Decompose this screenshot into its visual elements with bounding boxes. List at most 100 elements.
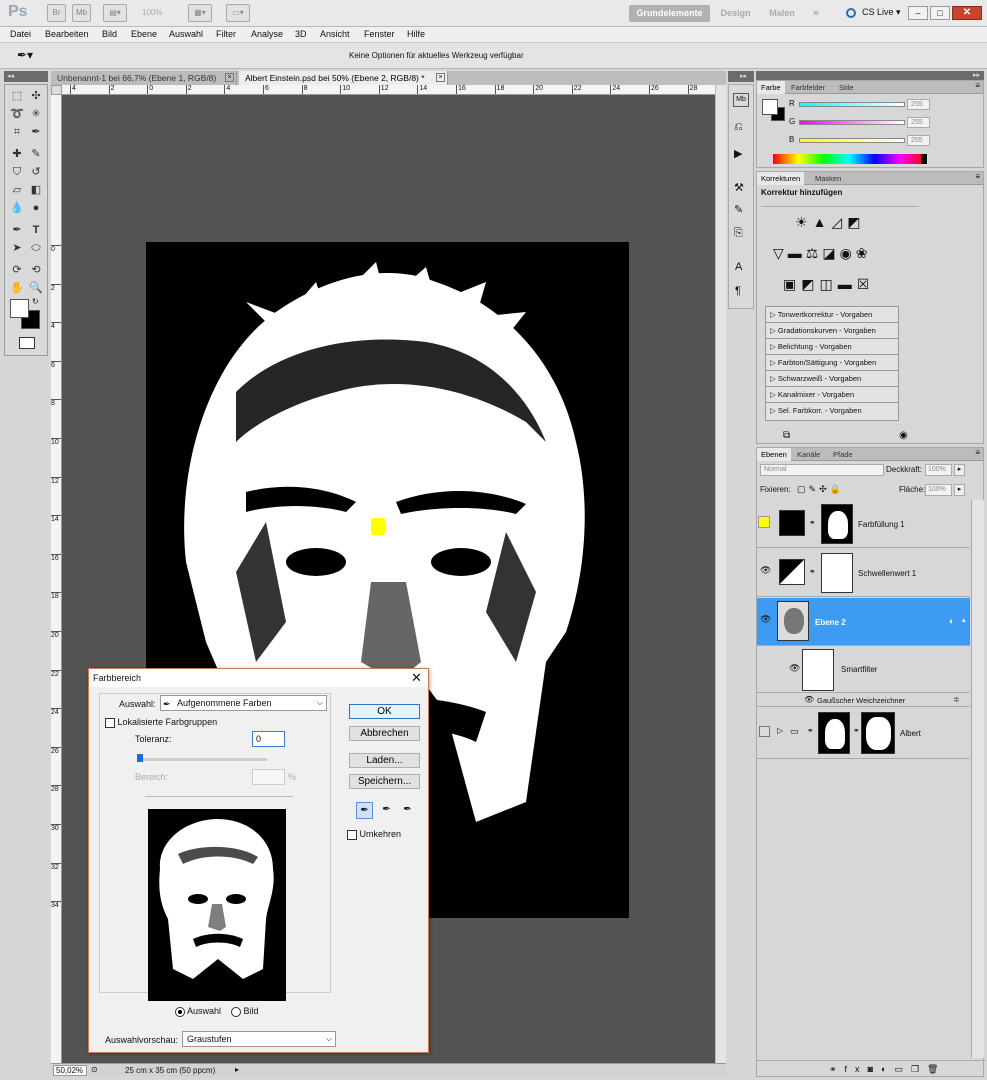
hue-sat-icon[interactable]: ▬ [788, 245, 806, 261]
tab-korrekturen[interactable]: Korrekturen [757, 172, 805, 185]
brush-presets-icon[interactable]: ✎ [734, 203, 743, 216]
menu-fenster[interactable]: Fenster [364, 29, 395, 39]
visibility-off-box[interactable] [759, 726, 770, 737]
tolerance-track[interactable] [137, 758, 267, 761]
visibility-toggle-icon[interactable]: ◉ [899, 430, 908, 441]
photo-filter-icon[interactable]: ◉ [840, 245, 856, 261]
layer-name[interactable]: Albert [900, 729, 921, 738]
menu-ebene[interactable]: Ebene [131, 29, 157, 39]
selective-color-icon[interactable]: ☒ [857, 276, 875, 292]
group-expand-icon[interactable]: ▷ [777, 726, 783, 735]
fill-arrow-icon[interactable]: ▸ [954, 484, 965, 496]
tab-ebenen[interactable]: Ebenen [757, 448, 791, 461]
threshold-icon[interactable]: ◫ [819, 276, 837, 292]
workspace-grundelemente[interactable]: Grundelemente [629, 5, 710, 22]
g-slider[interactable] [799, 120, 905, 125]
type-tool-icon[interactable]: T [27, 222, 45, 238]
preset-item[interactable]: ▷ Belichtung - Vorgaben [766, 339, 899, 355]
brush-tool-icon[interactable]: ✎ [27, 146, 45, 162]
layer-name[interactable]: Schwellenwert 1 [858, 569, 916, 578]
link-icon[interactable]: ⚭ [809, 567, 816, 576]
b-slider[interactable] [799, 138, 905, 143]
select-dropdown[interactable]: Aufgenommene Farben ⌵ [160, 695, 327, 711]
layer-name[interactable]: Smartfilter [841, 665, 877, 674]
clone-source-icon[interactable]: ⎘ [734, 227, 743, 240]
delete-icon[interactable]: 🗑 [927, 1064, 946, 1074]
zoom-level[interactable]: 100% [142, 8, 162, 17]
history-icon[interactable]: ⎌ [734, 121, 743, 134]
eyedropper-icon[interactable]: ✒ [356, 802, 373, 819]
hand-tool-icon[interactable]: ✋ [8, 280, 26, 296]
menu-filter[interactable]: Filter [216, 29, 236, 39]
tab-close-icon[interactable]: × [225, 73, 234, 82]
path-select-icon[interactable]: ➤ [8, 240, 26, 256]
maximize-button[interactable]: □ [930, 6, 950, 20]
bw-icon[interactable]: ◪ [822, 245, 839, 261]
radio-selection[interactable]: Auswahl [175, 1006, 221, 1017]
bridge-button[interactable]: Br [47, 4, 66, 22]
paragraph-icon[interactable]: ¶ [735, 285, 741, 297]
color-spectrum[interactable] [773, 154, 925, 164]
vertical-scrollbar[interactable] [715, 85, 726, 1063]
eye-icon[interactable]: 👁 [760, 614, 771, 625]
dialog-close-icon[interactable]: ✕ [411, 670, 422, 686]
albert-vector-mask-thumbnail[interactable] [861, 712, 895, 754]
workspace-malen[interactable]: Malen [760, 5, 804, 22]
arrange-dropdown[interactable]: ▦▾ [188, 4, 212, 22]
eyedropper-tool-preset-icon[interactable]: ✒▾ [17, 48, 33, 62]
dodge-tool-icon[interactable]: ● [27, 200, 45, 216]
blend-mode-select[interactable]: Normal [760, 464, 884, 476]
mask-icon[interactable]: ◙ [868, 1064, 881, 1074]
adjustment-icon[interactable]: ◐ [881, 1064, 894, 1074]
expand-arrow-icon[interactable]: ▴ [962, 616, 966, 624]
marquee-tool-icon[interactable]: ⬚ [8, 88, 26, 104]
channel-mixer-icon[interactable]: ❀ [856, 245, 872, 261]
curves-icon[interactable]: ◿ [831, 214, 847, 230]
link-icon[interactable]: ⚭ [807, 726, 814, 735]
layers-scrollbar[interactable] [971, 500, 984, 1058]
zoom-tool-icon[interactable]: 🔍 [27, 280, 45, 296]
tool-presets-icon[interactable]: ⚒ [734, 181, 744, 194]
eye-icon[interactable]: 👁 [760, 565, 771, 576]
lock-pixels-icon[interactable]: ✎ [809, 484, 820, 494]
tab-close-icon[interactable]: × [436, 73, 445, 82]
preset-item[interactable]: ▷ Schwarzweiß - Vorgaben [766, 371, 899, 387]
eraser-tool-icon[interactable]: ▱ [8, 182, 26, 198]
layer-row-albert[interactable]: ▷ ▭ ⚭ ⚭ Albert [757, 708, 970, 759]
workspace-design[interactable]: Design [714, 5, 757, 22]
menu-bild[interactable]: Bild [102, 29, 117, 39]
extras-dropdown[interactable]: ▤▾ [103, 4, 127, 22]
r-value[interactable]: 255 [907, 99, 930, 110]
menu-datei[interactable]: Datei [10, 29, 31, 39]
3d-rotate-icon[interactable]: ⟳ [8, 262, 26, 278]
ok-button[interactable]: OK [349, 704, 420, 719]
character-icon[interactable]: A [735, 261, 742, 273]
new-layer-icon[interactable]: ❐ [911, 1064, 927, 1074]
zoom-field[interactable]: 50,02% [53, 1065, 87, 1076]
swap-colors-icon[interactable]: ↻ [32, 297, 39, 306]
menu-hilfe[interactable]: Hilfe [407, 29, 425, 39]
move-tool-icon[interactable]: ✣ [27, 88, 45, 104]
magic-wand-icon[interactable]: ✳ [27, 106, 45, 122]
panel-menu-icon[interactable]: ≡ [975, 448, 980, 457]
tab-farbe[interactable]: Farbe [757, 81, 785, 94]
vibrance-icon[interactable]: ▽ [773, 245, 788, 261]
load-button[interactable]: Laden... [349, 753, 420, 768]
link-icon[interactable]: ⚭ [853, 726, 860, 735]
preset-item[interactable]: ▷ Tonwertkorrektur - Vorgaben [766, 307, 899, 323]
panel-menu-icon[interactable]: ≡ [975, 172, 980, 181]
lock-all-icon[interactable]: 🔒 [830, 484, 844, 494]
invert-icon[interactable]: ▣ [783, 276, 801, 292]
gradient-map-icon[interactable]: ▬ [838, 276, 857, 292]
lasso-tool-icon[interactable]: ➰ [8, 106, 26, 122]
3d-camera-icon[interactable]: ⟲ [27, 262, 45, 278]
tab-unbenannt[interactable]: Unbenannt-1 bei 66,7% (Ebene 1, RGB/8) [51, 71, 237, 85]
link-icon[interactable]: ⚭ [829, 1064, 845, 1074]
fill-field[interactable]: 100% [925, 484, 952, 496]
quick-mask-icon[interactable] [19, 337, 35, 349]
layer-name[interactable]: Farbfüllung 1 [858, 520, 905, 529]
layer-row-farbfuellung[interactable]: ⚭ Farbfüllung 1 [757, 500, 970, 548]
panel-menu-icon[interactable]: ≡ [975, 81, 980, 90]
healing-brush-icon[interactable]: ✚ [8, 146, 26, 162]
menu-analyse[interactable]: Analyse [251, 29, 283, 39]
